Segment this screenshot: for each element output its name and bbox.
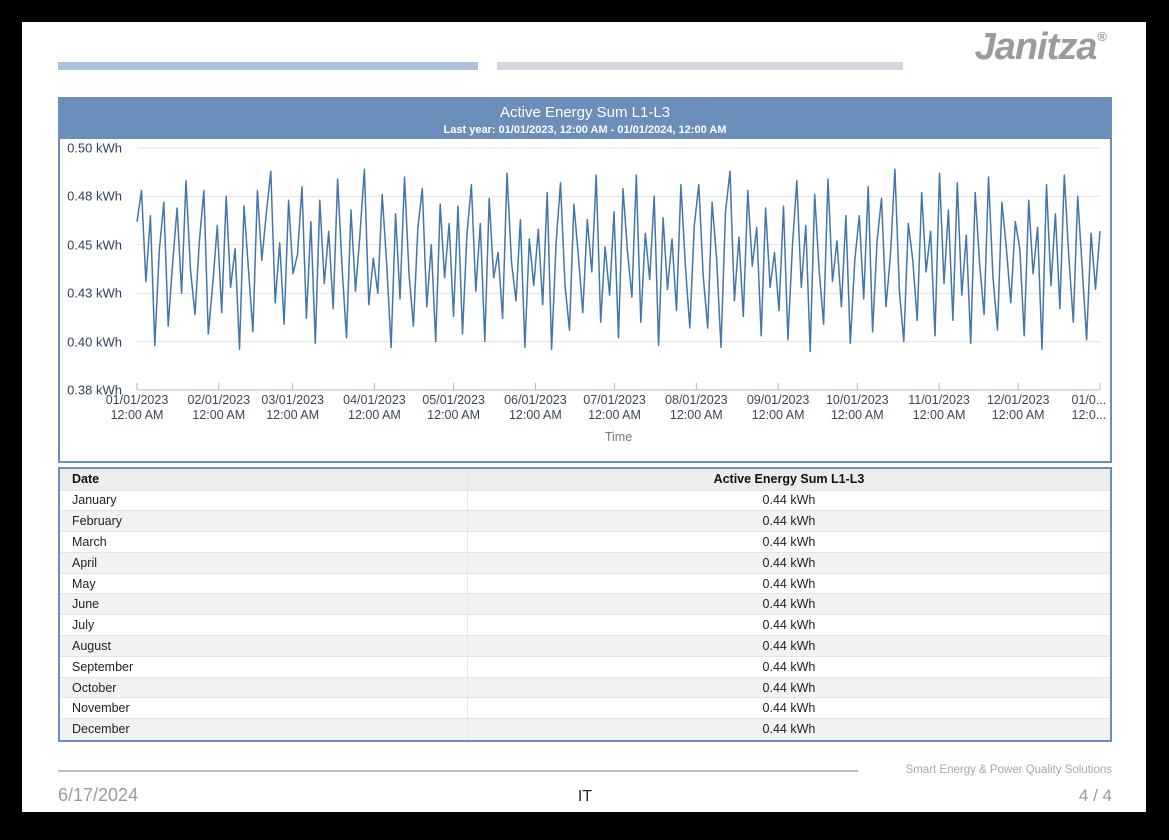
energy-value-cell: 0.44 kWh bbox=[467, 615, 1110, 636]
table-row: September0.44 kWh bbox=[60, 656, 1110, 677]
table-row: July0.44 kWh bbox=[60, 615, 1110, 636]
chart-svg bbox=[137, 148, 1100, 390]
page-footer: Smart Energy & Power Quality Solutions 6… bbox=[58, 764, 1112, 806]
footer-date: 6/17/2024 bbox=[58, 785, 409, 806]
y-axis-label: 0.40 kWh bbox=[67, 334, 122, 349]
x-axis-label: 08/01/202312:00 AM bbox=[665, 393, 728, 423]
month-cell: April bbox=[60, 552, 467, 573]
energy-value-cell: 0.44 kWh bbox=[467, 511, 1110, 532]
monthly-values-table: Date Active Energy Sum L1-L3 January0.44… bbox=[60, 469, 1110, 740]
table-header-row: Date Active Energy Sum L1-L3 bbox=[60, 469, 1110, 490]
y-axis: 0.50 kWh0.48 kWh0.45 kWh0.43 kWh0.40 kWh… bbox=[60, 148, 128, 390]
energy-value-cell: 0.44 kWh bbox=[467, 698, 1110, 719]
table-header-value: Active Energy Sum L1-L3 bbox=[467, 469, 1110, 490]
janitza-logo-text: Janitza bbox=[975, 26, 1097, 68]
x-axis-label: 04/01/202312:00 AM bbox=[343, 393, 406, 423]
x-axis-label: 11/01/202312:00 AM bbox=[908, 393, 970, 423]
page-header: Janitza® bbox=[22, 22, 1146, 70]
chart-body: 0.50 kWh 0.48 kWh 0.45 kWh 0.43 kWh 0.40 kWh… bbox=[60, 139, 1110, 444]
x-axis-label: 09/01/202312:00 AM bbox=[747, 393, 810, 423]
x-axis-label: 06/01/202312:00 AM bbox=[504, 393, 567, 423]
footer-page-number: 4 / 4 bbox=[761, 786, 1112, 806]
table-row: January0.44 kWh bbox=[60, 490, 1110, 511]
energy-value-cell: 0.44 kWh bbox=[467, 552, 1110, 573]
month-cell: January bbox=[60, 490, 467, 511]
x-axis-label: 03/01/202312:00 AM bbox=[261, 393, 324, 423]
month-cell: July bbox=[60, 615, 467, 636]
janitza-logo: Janitza® bbox=[975, 28, 1106, 66]
month-cell: May bbox=[60, 573, 467, 594]
energy-value-cell: 0.44 kWh bbox=[467, 656, 1110, 677]
energy-value-cell: 0.44 kWh bbox=[467, 573, 1110, 594]
registered-trademark-icon: ® bbox=[1097, 29, 1106, 44]
y-axis-label: 0.48 kWh bbox=[67, 189, 122, 204]
footer-slogan: Smart Energy & Power Quality Solutions bbox=[858, 764, 1112, 776]
table-panel: Date Active Energy Sum L1-L3 January0.44… bbox=[58, 467, 1112, 742]
x-axis-label: 10/01/202312:00 AM bbox=[826, 393, 889, 423]
table-row: June0.44 kWh bbox=[60, 594, 1110, 615]
table-row: May0.44 kWh bbox=[60, 573, 1110, 594]
time-axis-label: Time bbox=[137, 430, 1100, 444]
energy-value-cell: 0.44 kWh bbox=[467, 636, 1110, 657]
x-axis-label: 01/0...12:0... bbox=[1072, 393, 1107, 423]
month-cell: September bbox=[60, 656, 467, 677]
energy-value-cell: 0.44 kWh bbox=[467, 719, 1110, 740]
energy-value-cell: 0.44 kWh bbox=[467, 532, 1110, 553]
table-row: October0.44 kWh bbox=[60, 677, 1110, 698]
table-body: January0.44 kWhFebruary0.44 kWhMarch0.44… bbox=[60, 490, 1110, 740]
month-cell: March bbox=[60, 532, 467, 553]
chart-header: Active Energy Sum L1-L3 Last year: 01/01… bbox=[60, 99, 1110, 139]
month-cell: November bbox=[60, 698, 467, 719]
energy-value-cell: 0.44 kWh bbox=[467, 677, 1110, 698]
month-cell: June bbox=[60, 594, 467, 615]
table-row: August0.44 kWh bbox=[60, 636, 1110, 657]
header-accent-bar-gray bbox=[497, 62, 903, 70]
month-cell: February bbox=[60, 511, 467, 532]
footer-center-label: IT bbox=[409, 788, 760, 806]
month-cell: December bbox=[60, 719, 467, 740]
month-cell: August bbox=[60, 636, 467, 657]
energy-value-cell: 0.44 kWh bbox=[467, 490, 1110, 511]
y-axis-label: 0.50 kWh bbox=[67, 141, 122, 156]
y-axis-label: 0.45 kWh bbox=[67, 237, 122, 252]
report-page: Janitza® Active Energy Sum L1-L3 Last ye… bbox=[22, 22, 1146, 812]
table-header-date: Date bbox=[60, 469, 467, 490]
plot-area bbox=[137, 148, 1100, 390]
energy-value-cell: 0.44 kWh bbox=[467, 594, 1110, 615]
header-accent-bar-blue bbox=[58, 62, 478, 70]
axis-ticks bbox=[137, 383, 1100, 390]
table-row: December0.44 kWh bbox=[60, 719, 1110, 740]
month-cell: October bbox=[60, 677, 467, 698]
x-axis-label: 12/01/202312:00 AM bbox=[987, 393, 1050, 423]
table-row: March0.44 kWh bbox=[60, 532, 1110, 553]
x-axis-label: 01/01/202312:00 AM bbox=[106, 393, 169, 423]
chart-panel: Active Energy Sum L1-L3 Last year: 01/01… bbox=[58, 97, 1112, 463]
y-axis-label: 0.43 kWh bbox=[67, 286, 122, 301]
footer-rule bbox=[58, 770, 858, 772]
chart-subtitle: Last year: 01/01/2023, 12:00 AM - 01/01/… bbox=[60, 123, 1110, 137]
x-axis-label: 07/01/202312:00 AM bbox=[583, 393, 646, 423]
table-row: November0.44 kWh bbox=[60, 698, 1110, 719]
x-axis: 01/01/202312:00 AM02/01/202312:00 AM03/0… bbox=[137, 390, 1100, 426]
chart-title: Active Energy Sum L1-L3 bbox=[60, 103, 1110, 123]
x-axis-label: 05/01/202312:00 AM bbox=[422, 393, 485, 423]
table-row: April0.44 kWh bbox=[60, 552, 1110, 573]
table-row: February0.44 kWh bbox=[60, 511, 1110, 532]
x-axis-label: 02/01/202312:00 AM bbox=[188, 393, 251, 423]
